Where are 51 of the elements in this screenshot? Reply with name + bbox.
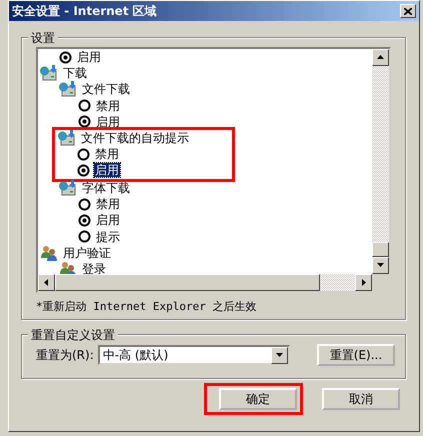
scroll-thumb[interactable] (372, 242, 389, 257)
radio-button[interactable] (78, 230, 91, 244)
close-button[interactable] (400, 4, 416, 18)
radio-button[interactable] (77, 148, 90, 161)
horizontal-scrollbar[interactable] (38, 274, 372, 291)
dropdown-button[interactable] (270, 346, 288, 364)
users-icon (59, 260, 77, 274)
computer-download-icon (59, 81, 77, 98)
option-label[interactable]: 提示 (95, 230, 121, 244)
reset-button[interactable]: 重置(E)... (317, 344, 395, 366)
radio-button[interactable] (78, 198, 91, 211)
option-label[interactable]: 启用 (95, 213, 121, 228)
scroll-right-button[interactable] (355, 274, 372, 291)
reset-label: 重置为(R): (36, 346, 94, 364)
tree-label[interactable]: 下载 (62, 66, 88, 80)
radio-button[interactable] (59, 50, 72, 64)
tree-label[interactable]: 字体下载 (81, 181, 131, 195)
option-label[interactable]: 禁用 (95, 197, 121, 212)
window-title: 安全设置 - Internet 区域 (12, 2, 157, 20)
vertical-scrollbar[interactable] (372, 49, 389, 274)
scroll-down-button[interactable] (372, 257, 389, 274)
option-label[interactable]: 禁用 (95, 98, 121, 113)
radio-button[interactable] (78, 115, 91, 128)
option-label[interactable]: 启用 (95, 114, 121, 129)
left-arrow-icon (43, 279, 50, 286)
up-arrow-icon (377, 54, 384, 61)
dialog-button[interactable]: 取消 (322, 388, 400, 410)
computer-download-icon (59, 180, 77, 196)
tree-label[interactable]: 用户验证 (62, 246, 112, 260)
restart-note: *重新启动 Internet Explorer 之后生效 (36, 299, 258, 314)
scroll-thumb[interactable] (55, 274, 320, 291)
radio-button[interactable] (77, 164, 90, 177)
scroll-left-button[interactable] (38, 274, 55, 291)
down-arrow-icon (377, 262, 384, 269)
down-arrow-icon (276, 352, 283, 358)
users-icon (40, 244, 58, 261)
option-label[interactable]: 启用 (94, 163, 120, 178)
option-label[interactable]: 启用 (76, 50, 102, 64)
tree-label[interactable]: 文件下载 (81, 82, 131, 96)
tree-label[interactable]: 文件下载的自动提示 (80, 131, 190, 146)
scroll-up-button[interactable] (372, 49, 389, 66)
level-dropdown[interactable]: 中-高 (默认) (98, 345, 290, 365)
right-arrow-icon (360, 279, 367, 286)
computer-download-icon (40, 65, 58, 82)
radio-button[interactable] (78, 99, 91, 112)
computer-download-icon (58, 130, 76, 146)
close-icon (404, 8, 412, 14)
dialog-button[interactable]: 确定 (219, 388, 297, 410)
option-label[interactable]: 禁用 (94, 147, 120, 162)
radio-button[interactable] (78, 214, 91, 227)
group-title: 重置自定义设置 (28, 327, 118, 344)
